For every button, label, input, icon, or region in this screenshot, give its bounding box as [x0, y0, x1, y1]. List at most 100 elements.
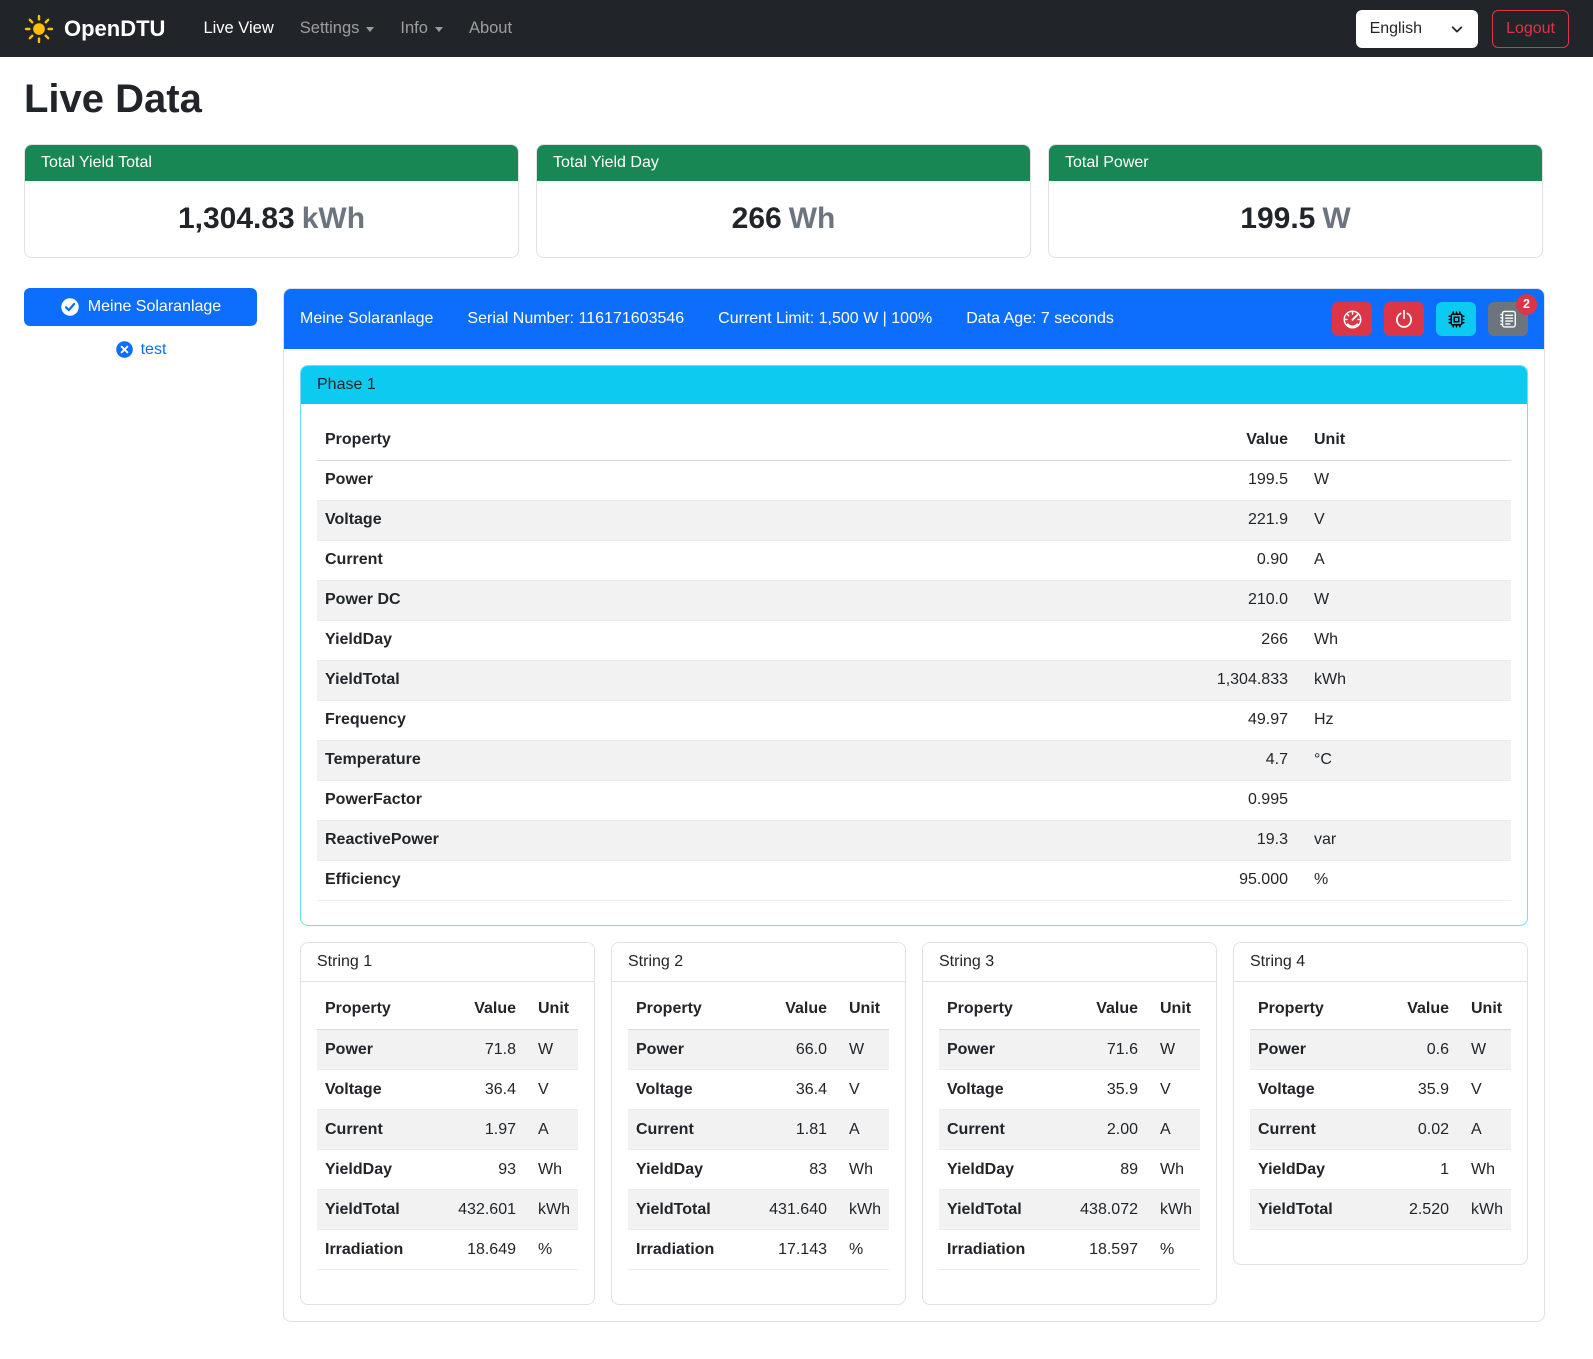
column-header-property: Property: [317, 420, 1176, 460]
table-row: YieldTotal 432.601 kWh: [317, 1190, 578, 1230]
table-row: Power 71.6 W: [939, 1030, 1200, 1070]
table-row: YieldDay 266 Wh: [317, 620, 1511, 660]
language-select[interactable]: English: [1356, 10, 1478, 48]
summary-unit: Wh: [789, 202, 836, 235]
summary-card-body: 1,304.83kWh: [25, 181, 518, 257]
limit-settings-button[interactable]: [1332, 302, 1372, 336]
inverter-actions: 2: [1332, 302, 1528, 336]
table-row: Voltage 35.9 V: [939, 1070, 1200, 1110]
column-header-property: Property: [317, 990, 436, 1030]
table-row: Voltage 221.9 V: [317, 500, 1511, 540]
sidebar: Meine Solaranlage test: [24, 288, 257, 359]
content-row: Meine Solaranlage test Meine Solaranlage…: [24, 288, 1543, 1336]
inverter-select-button[interactable]: Meine Solaranlage: [24, 288, 257, 326]
column-header-property: Property: [628, 990, 747, 1030]
column-header-value: Value: [1369, 990, 1457, 1030]
table-row: Current 1.81 A: [628, 1110, 889, 1150]
column-header-unit: Unit: [1146, 990, 1200, 1030]
nav-item-about[interactable]: About: [457, 11, 524, 46]
device-info-button[interactable]: [1436, 302, 1476, 336]
summary-card-body: 266Wh: [537, 181, 1030, 257]
logout-button[interactable]: Logout: [1492, 10, 1569, 48]
cpu-icon: [1446, 309, 1467, 330]
table-row: Power DC 210.0 W: [317, 580, 1511, 620]
table-row: Irradiation 18.649 %: [317, 1230, 578, 1270]
column-header-unit: Unit: [835, 990, 889, 1030]
speedometer-icon: [1342, 309, 1363, 330]
table-row: Power 66.0 W: [628, 1030, 889, 1070]
summary-row: Total Yield Total 1,304.83kWh Total Yiel…: [24, 144, 1543, 258]
table-row: Current 2.00 A: [939, 1110, 1200, 1150]
strings-row: String 1 Property Value Unit: [300, 942, 1528, 1306]
test-label: test: [141, 341, 167, 359]
column-header-value: Value: [747, 990, 835, 1030]
table-row: Efficiency 95.000 %: [317, 860, 1511, 900]
summary-value: 199.5: [1240, 202, 1315, 235]
summary-card-total-power: Total Power 199.5W: [1048, 144, 1543, 258]
string-card-2: String 2 Property Value Unit: [611, 942, 906, 1306]
column-header-value: Value: [436, 990, 524, 1030]
column-header-unit: Unit: [1457, 990, 1511, 1030]
column-header-unit: Unit: [524, 990, 578, 1030]
chevron-down-icon: [435, 27, 443, 32]
x-circle-icon: [115, 340, 134, 359]
page-title: Live Data: [24, 77, 1543, 122]
table-header-row: Property Value Unit: [1250, 990, 1511, 1030]
table-row: ReactivePower 19.3 var: [317, 820, 1511, 860]
event-log-button[interactable]: 2: [1488, 302, 1528, 336]
table-row: YieldTotal 2.520 kWh: [1250, 1190, 1511, 1230]
string-title: String 4: [1234, 943, 1527, 982]
table-header-row: Property Value Unit: [317, 990, 578, 1030]
table-header-row: Property Value Unit: [939, 990, 1200, 1030]
string-title: String 1: [301, 943, 594, 982]
column-header-value: Value: [1058, 990, 1146, 1030]
language-select-value: English: [1370, 20, 1422, 38]
string-table: Property Value Unit Power: [317, 990, 578, 1271]
table-row: YieldDay 89 Wh: [939, 1150, 1200, 1190]
nav-item-info[interactable]: Info: [388, 11, 455, 46]
table-row: Current 1.97 A: [317, 1110, 578, 1150]
chevron-down-icon: [1450, 22, 1464, 36]
power-icon: [1394, 309, 1414, 329]
table-row: YieldTotal 431.640 kWh: [628, 1190, 889, 1230]
table-row: Irradiation 17.143 %: [628, 1230, 889, 1270]
string-card-4: String 4 Property Value Unit: [1233, 942, 1528, 1266]
inverter-body: Phase 1 Property Value Unit: [284, 349, 1544, 1321]
column-header-property: Property: [939, 990, 1058, 1030]
phase-table: Property Value Unit Power: [317, 420, 1511, 901]
check-circle-icon: [60, 297, 80, 317]
sidebar-item-test[interactable]: test: [24, 340, 257, 359]
nav-item-settings[interactable]: Settings: [288, 11, 387, 46]
table-row: Temperature 4.7 °C: [317, 740, 1511, 780]
table-row: Power 199.5 W: [317, 460, 1511, 500]
table-row: Current 0.90 A: [317, 540, 1511, 580]
summary-card-title: Total Yield Total: [25, 145, 518, 181]
table-row: YieldTotal 438.072 kWh: [939, 1190, 1200, 1230]
table-row: Power 71.8 W: [317, 1030, 578, 1070]
column-header-unit: Unit: [1296, 420, 1511, 460]
table-row: YieldDay 1 Wh: [1250, 1150, 1511, 1190]
nav-links: Live View Settings Info About: [191, 11, 524, 46]
summary-card-title: Total Yield Day: [537, 145, 1030, 181]
column-header-value: Value: [1176, 420, 1296, 460]
event-count-badge: 2: [1516, 294, 1537, 315]
sun-icon: [24, 14, 54, 44]
table-row: Power 0.6 W: [1250, 1030, 1511, 1070]
navbar-right: English Logout: [1356, 10, 1569, 48]
table-row: Current 0.02 A: [1250, 1110, 1511, 1150]
summary-card-total-yield-day: Total Yield Day 266Wh: [536, 144, 1031, 258]
power-button[interactable]: [1384, 302, 1424, 336]
chevron-down-icon: [366, 27, 374, 32]
inverter-limit: Current Limit: 1,500 W | 100%: [718, 310, 932, 328]
table-row: YieldTotal 1,304.833 kWh: [317, 660, 1511, 700]
string-card-1: String 1 Property Value Unit: [300, 942, 595, 1306]
nav-item-live-view[interactable]: Live View: [191, 11, 285, 46]
phase-body: Property Value Unit Power: [301, 404, 1527, 925]
summary-unit: kWh: [302, 202, 365, 235]
table-header-row: Property Value Unit: [317, 420, 1511, 460]
table-row: Voltage 35.9 V: [1250, 1070, 1511, 1110]
brand[interactable]: OpenDTU: [24, 14, 165, 44]
inverter-data-age: Data Age: 7 seconds: [966, 310, 1114, 328]
table-row: YieldDay 93 Wh: [317, 1150, 578, 1190]
inverter-card: Meine Solaranlage Serial Number: 1161716…: [283, 288, 1545, 1322]
